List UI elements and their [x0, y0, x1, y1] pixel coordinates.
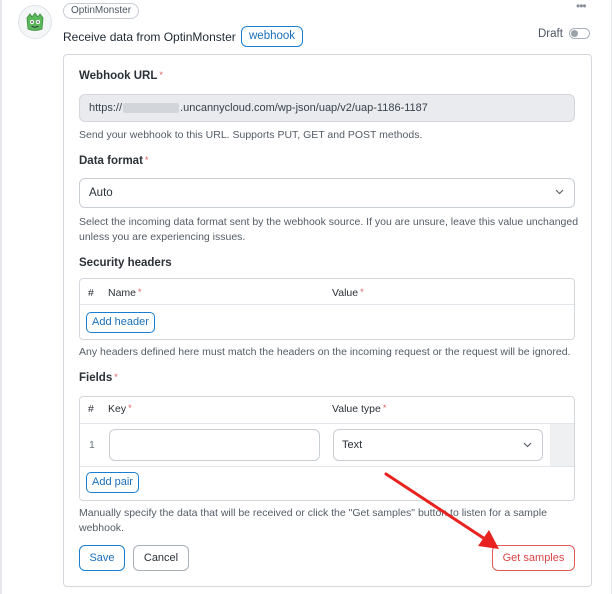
- required-mark: *: [360, 287, 364, 297]
- table-divider: [80, 304, 574, 305]
- column-value-header: Value *: [332, 287, 364, 299]
- required-mark: *: [128, 403, 132, 413]
- column-key-header: Key *: [108, 403, 132, 415]
- get-samples-button[interactable]: Get samples: [492, 545, 575, 571]
- fields-label-text: Fields: [79, 372, 113, 384]
- webhook-url-label-text: Webhook URL: [79, 70, 158, 82]
- webhook-token-pill[interactable]: webhook: [241, 26, 304, 47]
- column-value-type-header: Value type *: [332, 403, 386, 415]
- more-dots-icon[interactable]: •••: [576, 0, 590, 12]
- draft-label: Draft: [538, 28, 563, 40]
- left-frame-border: [0, 0, 2, 594]
- webhook-url-field[interactable]: https:// .uncannycloud.com/wp-json/uap/v2…: [79, 94, 575, 122]
- security-headers-label: Security headers: [79, 257, 172, 269]
- trigger-title: Receive data from OptinMonster: [63, 30, 236, 44]
- data-format-label-text: Data format: [79, 155, 143, 167]
- fields-label: Fields *: [79, 372, 118, 384]
- table-divider: [80, 423, 574, 424]
- data-format-help: Select the incoming data format sent by …: [79, 216, 579, 243]
- required-mark: *: [144, 155, 149, 165]
- data-format-value: Auto: [89, 187, 113, 199]
- column-number-header: #: [88, 287, 94, 299]
- column-value-text: Value: [332, 287, 359, 299]
- toggle-knob: [571, 30, 578, 37]
- redacted-subdomain: [123, 103, 180, 114]
- key-input[interactable]: [109, 429, 320, 461]
- column-number-header: #: [88, 403, 94, 415]
- add-header-button[interactable]: Add header: [86, 312, 155, 333]
- url-prefix: https://: [89, 102, 123, 114]
- security-headers-help: Any headers defined here must match the …: [79, 346, 571, 358]
- table-divider: [80, 466, 574, 467]
- required-mark: *: [138, 287, 142, 297]
- required-mark: *: [382, 403, 387, 413]
- webhook-url-help: Send your webhook to this URL. Supports …: [79, 129, 423, 141]
- value-type-select[interactable]: Text: [333, 429, 543, 461]
- data-format-select[interactable]: Auto: [79, 178, 575, 208]
- save-button[interactable]: Save: [79, 545, 125, 571]
- chevron-down-icon: [555, 189, 564, 195]
- chevron-down-icon: [523, 442, 532, 448]
- add-pair-button[interactable]: Add pair: [86, 472, 139, 493]
- data-format-label: Data format *: [79, 155, 148, 167]
- integration-badge: OptinMonster: [63, 3, 140, 19]
- row-actions-cell: [550, 424, 574, 466]
- column-value-type-text: Value type: [332, 403, 381, 415]
- cancel-button[interactable]: Cancel: [133, 545, 189, 571]
- draft-toggle[interactable]: [569, 28, 590, 39]
- required-mark: *: [159, 70, 163, 80]
- optinmonster-logo-icon: [18, 5, 52, 39]
- required-mark: *: [114, 372, 118, 382]
- row-number: 1: [89, 439, 95, 451]
- column-name-header: Name *: [108, 287, 142, 299]
- column-key-text: Key: [108, 403, 127, 415]
- webhook-url-label: Webhook URL *: [79, 70, 163, 82]
- fields-help: Manually specify the data that will be r…: [79, 507, 547, 534]
- column-name-text: Name: [108, 287, 137, 299]
- value-type-value: Text: [342, 439, 363, 451]
- url-suffix: .uncannycloud.com/wp-json/uap/v2/uap-118…: [180, 102, 428, 114]
